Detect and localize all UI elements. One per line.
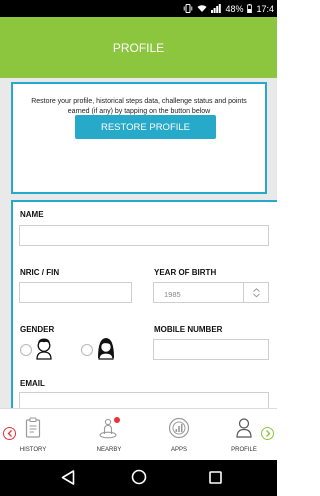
- email-input[interactable]: [19, 392, 269, 408]
- restore-card: Restore your profile, historical steps d…: [11, 82, 267, 194]
- apps-icon: [168, 417, 190, 439]
- restore-profile-button[interactable]: RESTORE PROFILE: [75, 115, 216, 139]
- year-of-birth-label: YEAR OF BIRTH: [154, 268, 217, 277]
- page-title: PROFILE: [112, 40, 165, 55]
- nav-history-label: HISTORY: [19, 447, 47, 453]
- vibrate-icon: [184, 4, 193, 13]
- status-bar: 48% 17:4: [0, 0, 277, 17]
- chevron-up-icon: [252, 287, 260, 292]
- battery-percent: 48%: [225, 3, 244, 14]
- email-label: EMAIL: [20, 379, 45, 388]
- back-icon[interactable]: [61, 470, 75, 485]
- location-person-icon: [99, 417, 120, 439]
- gender-label: GENDER: [20, 325, 55, 334]
- mobile-number-label: MOBILE NUMBER: [154, 325, 223, 334]
- battery-icon: [247, 4, 253, 13]
- nav-nearby-label: NEARBY: [96, 447, 122, 453]
- nav-apps-label: APPS: [170, 447, 187, 453]
- nearby-badge: [114, 417, 120, 423]
- bottom-nav: HISTORY NEARBY APPS PROFILE: [0, 408, 277, 460]
- profile-form: NAME NRIC / FIN YEAR OF BIRTH 1985 GENDE…: [11, 200, 277, 408]
- wifi-icon: [197, 5, 207, 12]
- app-header: PROFILE: [0, 17, 277, 78]
- chevron-down-icon: [252, 293, 260, 297]
- nav-nearby[interactable]: NEARBY: [84, 417, 134, 453]
- profile-icon: [236, 418, 252, 438]
- clipboard-icon: [25, 417, 41, 438]
- content-area[interactable]: Restore your profile, historical steps d…: [0, 78, 277, 408]
- system-nav-bar: [0, 460, 277, 496]
- home-icon[interactable]: [131, 469, 147, 485]
- mobile-number-input[interactable]: [153, 339, 269, 360]
- year-spinner[interactable]: [243, 283, 268, 302]
- female-avatar-icon[interactable]: [95, 336, 117, 360]
- nav-apps[interactable]: APPS: [154, 417, 204, 453]
- name-label: NAME: [20, 210, 44, 219]
- nav-history[interactable]: HISTORY: [8, 417, 58, 453]
- scroll-right-arrow[interactable]: [261, 427, 274, 440]
- year-of-birth-value: 1985: [164, 290, 181, 299]
- nav-profile-label: PROFILE: [231, 447, 257, 453]
- name-input[interactable]: [19, 225, 269, 246]
- chevron-right-icon: [265, 430, 270, 437]
- recent-apps-icon[interactable]: [209, 471, 222, 484]
- signal-icon: [211, 4, 222, 13]
- gender-female-radio[interactable]: [81, 344, 93, 356]
- gender-male-radio[interactable]: [20, 344, 32, 356]
- nric-input[interactable]: [19, 282, 132, 303]
- male-avatar-icon[interactable]: [34, 336, 54, 360]
- year-of-birth-select[interactable]: 1985: [153, 282, 269, 303]
- nric-label: NRIC / FIN: [20, 268, 60, 277]
- restore-message: Restore your profile, historical steps d…: [31, 98, 247, 115]
- clock: 17:4: [256, 3, 274, 14]
